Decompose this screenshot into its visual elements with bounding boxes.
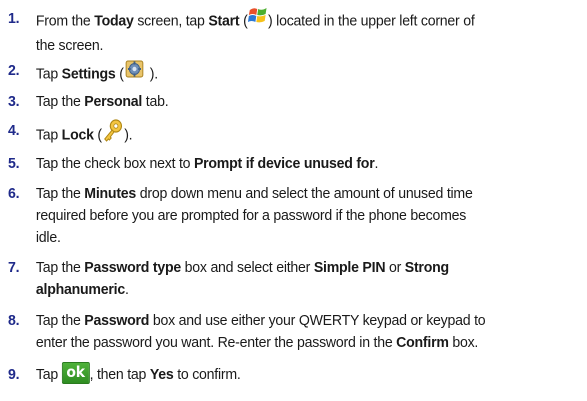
step-2: 2. Tap Settings ( ). (8, 60, 543, 89)
bold-term: Personal (84, 93, 143, 110)
step-7: 7. Tap the Password type box and select … (8, 257, 543, 301)
step-4: 4. Tap Lock ( ). (8, 118, 543, 151)
step-text: required before you are prompted for a p… (35, 207, 467, 224)
bold-term: Strong (404, 259, 449, 276)
step-1: 1. From the Today screen, tap Start ( ) … (8, 8, 543, 57)
step-text: Tap the (35, 185, 85, 202)
step-text: screen, tap (133, 12, 209, 30)
step-text: or (385, 259, 405, 276)
bold-term: Confirm (396, 334, 449, 351)
step-text: drop down menu and select the amount of … (136, 185, 473, 202)
step-text: box and use either your QWERTY keypad or… (149, 312, 486, 329)
step-text: tab. (142, 93, 169, 110)
bold-term: Simple PIN (313, 259, 386, 276)
step-text: . (374, 155, 379, 172)
step-text: Tap the (35, 93, 85, 110)
step-9: 9. Tap ok, then tap Yes to confirm. (8, 362, 543, 386)
step-6: 6. Tap the Minutes drop down menu and se… (8, 183, 543, 249)
step-number: 2. (8, 62, 20, 79)
step-text: Tap (35, 126, 62, 144)
bold-term: Password (84, 312, 150, 329)
bold-term: Password type (84, 259, 181, 276)
step-number: 7. (8, 259, 20, 276)
step-text: ) located in the upper left corner of (268, 12, 475, 30)
step-text: Tap (35, 65, 62, 83)
step-text: Tap the (35, 259, 85, 276)
step-number: 8. (8, 312, 20, 329)
step-text: From the (35, 12, 95, 30)
step-text: Tap (35, 366, 62, 384)
step-number: 5. (8, 155, 20, 172)
step-number: 3. (8, 93, 20, 110)
bold-term: Settings (61, 65, 116, 83)
step-text: ( (115, 65, 124, 83)
bold-term: Lock (61, 126, 94, 144)
bold-term: Today (94, 12, 134, 30)
step-text: to confirm. (173, 366, 241, 384)
bold-term: Prompt if device unused for (193, 155, 375, 172)
step-text: ). (124, 126, 133, 144)
step-text: Tap the (35, 312, 85, 329)
step-5: 5. Tap the check box next to Prompt if d… (8, 153, 543, 175)
settings-gear-icon (124, 58, 146, 87)
bold-term: alphanumeric (35, 281, 125, 298)
step-text: enter the password you want. Re-enter th… (35, 334, 397, 351)
step-3: 3. Tap the Personal tab. (8, 91, 543, 113)
windows-flag-icon (247, 6, 268, 33)
step-text: idle. (35, 229, 61, 246)
bold-term: Minutes (84, 185, 137, 202)
step-text: Tap the check box next to (35, 155, 194, 172)
step-number: 6. (8, 185, 20, 202)
step-number: 4. (8, 122, 20, 139)
bold-term: Yes (149, 366, 174, 384)
ok-button-icon: ok (61, 362, 90, 384)
step-8: 8. Tap the Password box and use either y… (8, 310, 543, 354)
step-text: . (124, 281, 129, 298)
step-number: 1. (8, 10, 20, 27)
step-text: ( (93, 126, 102, 144)
step-text: ). (146, 65, 158, 83)
step-text: box. (448, 334, 479, 351)
step-text: ( (239, 12, 248, 30)
instruction-steps: 1. From the Today screen, tap Start ( ) … (0, 0, 587, 401)
step-number: 9. (8, 366, 20, 383)
step-text: the screen. (35, 37, 104, 54)
step-text: , then tap (89, 366, 150, 384)
bold-term: Start (208, 12, 240, 30)
step-text: box and select either (180, 259, 314, 276)
key-icon (102, 118, 124, 149)
